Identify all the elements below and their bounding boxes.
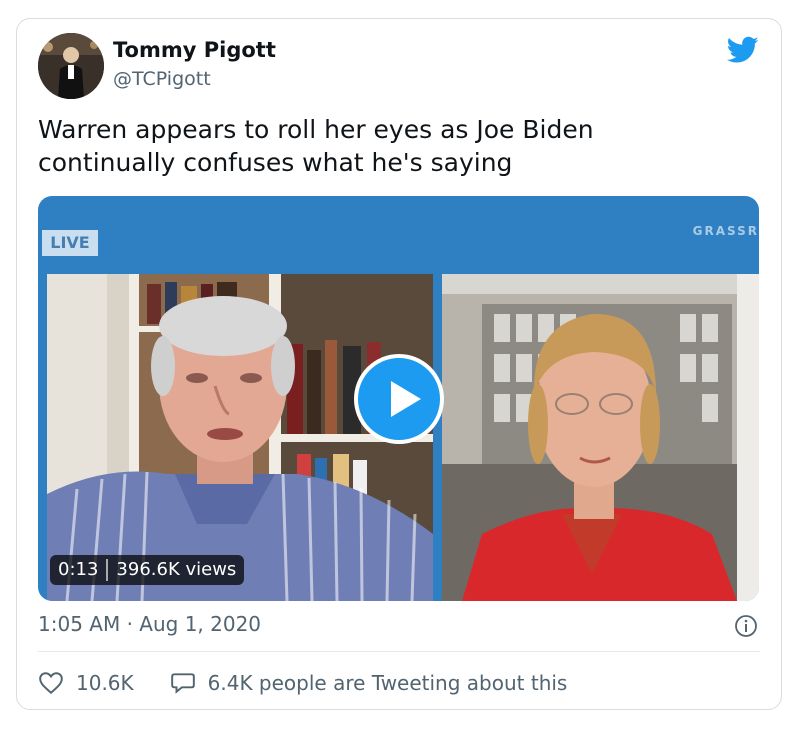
author-handle[interactable]: @TCPigott [113,68,211,90]
conversation-text: 6.4K people are Tweeting about this [207,671,568,695]
avatar[interactable] [38,33,104,99]
video-duration: 0:13 [58,559,99,580]
tweet-timestamp[interactable]: 1:05 AM · Aug 1, 2020 [38,612,261,636]
twitter-bird-icon[interactable] [727,36,759,64]
play-button[interactable] [354,354,444,444]
video-player[interactable]: LIVE GRASSR 0:13 396.6K views [38,196,759,601]
tweet-text: Warren appears to roll her eyes as Joe B… [38,115,594,177]
play-icon [391,381,421,417]
divider [38,651,760,652]
video-stats: 0:13 396.6K views [50,555,245,585]
heart-icon [39,672,63,695]
like-button[interactable]: 10.6K [38,671,134,695]
speech-bubble-icon [170,673,195,694]
live-badge: LIVE [42,230,98,256]
author-name[interactable]: Tommy Pigott [113,38,276,62]
watermark: GRASSR [692,224,759,238]
video-views: 396.6K views [116,559,237,580]
video-panel-right [442,274,759,601]
stats-separator [106,559,109,581]
info-icon[interactable] [734,614,758,638]
tweet-actions: 10.6K 6.4K people are Tweeting about thi… [38,668,567,698]
conversation-link[interactable]: 6.4K people are Tweeting about this [170,671,568,695]
like-count: 10.6K [76,671,134,695]
